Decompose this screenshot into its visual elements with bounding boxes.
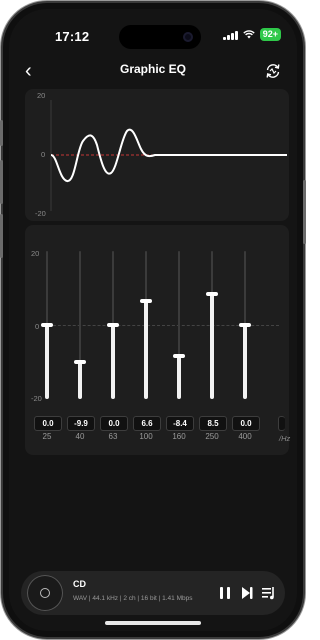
- dynamic-island: [119, 25, 201, 49]
- slider-fill: [243, 325, 247, 399]
- band-freq-40: 40: [75, 432, 85, 441]
- band-freq-100: 100: [139, 432, 153, 441]
- slider-thumb[interactable]: [140, 298, 152, 303]
- slider-thumb[interactable]: [173, 354, 185, 359]
- band-slider-250[interactable]: [202, 251, 222, 399]
- band-slider-400[interactable]: [235, 251, 255, 399]
- nav-bar: ‹ Graphic EQ: [9, 59, 297, 85]
- track-info: WAV | 44.1 kHz | 2 ch | 16 bit | 1.41 Mb…: [73, 595, 193, 602]
- action-button: [0, 120, 3, 146]
- next-track-icon[interactable]: [239, 585, 255, 601]
- band-freq-400: 400: [238, 432, 252, 441]
- eq-curve-panel: 20 0 -20: [25, 89, 289, 221]
- band-value-overflow: [278, 416, 285, 431]
- band-value-25[interactable]: 0.0: [34, 416, 62, 431]
- band-slider-25[interactable]: [37, 251, 57, 399]
- slider-thumb[interactable]: [206, 291, 218, 296]
- band-slider-100[interactable]: [136, 251, 156, 399]
- slider-thumb[interactable]: [107, 323, 119, 327]
- band-slider-40[interactable]: [70, 251, 90, 399]
- volume-up-button: [0, 160, 3, 204]
- slider-thumb[interactable]: [239, 323, 251, 327]
- band-value-160[interactable]: -8.4: [166, 416, 194, 431]
- slider-fill: [144, 300, 148, 399]
- queue-icon[interactable]: [261, 585, 277, 601]
- cd-disc-icon[interactable]: [27, 575, 63, 611]
- band-slider-160[interactable]: [169, 251, 189, 399]
- mini-player[interactable]: CD WAV | 44.1 kHz | 2 ch | 16 bit | 1.41…: [21, 571, 285, 615]
- slider-fill: [45, 325, 49, 399]
- slider-fill: [78, 361, 82, 399]
- side-button: [303, 180, 306, 244]
- track-title: CD: [73, 579, 86, 589]
- home-indicator: [105, 621, 201, 625]
- band-value-250[interactable]: 8.5: [199, 416, 227, 431]
- band-value-100[interactable]: 6.6: [133, 416, 161, 431]
- eq-response-curve: [50, 100, 287, 211]
- cellular-signal-icon: [222, 30, 238, 40]
- eq-sliders-panel: 20 0 -20 0.0 25 -9.9 40 0.0 63 6.6 100 -8.4 160 8.…: [25, 225, 291, 455]
- band-freq-250: 250: [205, 432, 219, 441]
- unit-label: /Hz: [279, 434, 291, 443]
- wifi-icon: [243, 30, 255, 39]
- camera-icon: [183, 32, 193, 42]
- volume-down-button: [0, 214, 3, 258]
- phone-frame: 17:12 92+ ‹ Graphic EQ 20 0 -20 20 0 -20…: [3, 3, 303, 637]
- band-slider-63[interactable]: [103, 251, 123, 399]
- screen: 17:12 92+ ‹ Graphic EQ 20 0 -20 20 0 -20…: [9, 9, 297, 631]
- battery-indicator: 92+: [259, 28, 281, 41]
- band-freq-160: 160: [172, 432, 186, 441]
- band-value-400[interactable]: 0.0: [232, 416, 260, 431]
- slider-thumb[interactable]: [74, 359, 86, 364]
- slider-fill: [177, 356, 181, 399]
- slider-thumb[interactable]: [41, 323, 53, 327]
- status-icons: 92+: [222, 28, 281, 41]
- band-value-63[interactable]: 0.0: [100, 416, 128, 431]
- slider-fill: [210, 293, 214, 399]
- slider-fill: [111, 325, 115, 399]
- band-value-40[interactable]: -9.9: [67, 416, 95, 431]
- pause-icon[interactable]: [217, 585, 233, 601]
- band-freq-63: 63: [108, 432, 118, 441]
- reset-icon[interactable]: [263, 61, 283, 81]
- status-time: 17:12: [55, 29, 90, 44]
- band-freq-25: 25: [42, 432, 52, 441]
- page-title: Graphic EQ: [119, 62, 187, 76]
